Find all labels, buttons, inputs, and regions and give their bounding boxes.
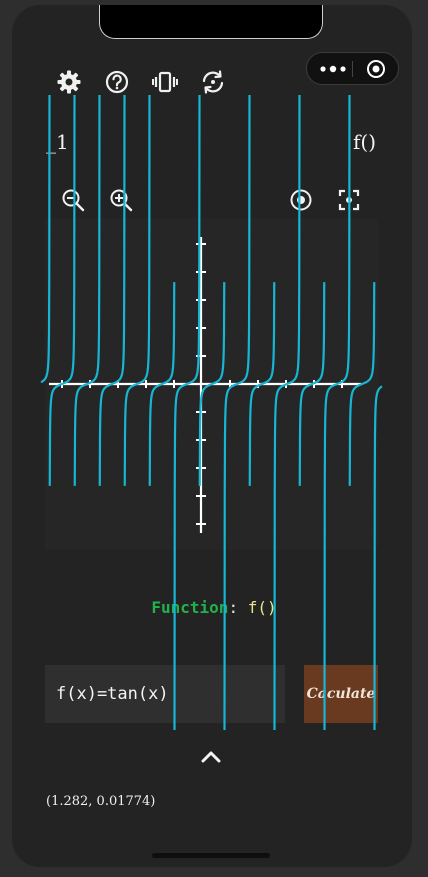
page-title-right: f() [353,130,377,154]
fit-screen-icon[interactable] [336,187,362,213]
page-title-left: _1 [46,130,69,154]
function-value: f() [247,598,277,617]
graph-canvas[interactable] [45,218,378,550]
gear-icon[interactable] [56,69,82,95]
function-input[interactable]: f(x)=tan(x) [45,665,285,723]
refresh-icon[interactable] [200,69,226,95]
vibrate-icon[interactable] [152,69,178,95]
target-icon[interactable] [365,59,387,79]
mini-program-capsule [306,52,399,85]
device-notch [99,5,323,39]
device-frame: _1 f() Function: f() f(x)=tan(x) Caculat… [0,0,428,877]
calculate-button[interactable]: Caculate [304,665,378,723]
center-icon[interactable] [288,187,314,213]
home-indicator [152,853,270,858]
chevron-up-icon[interactable] [198,746,224,768]
function-label: Function [151,598,229,617]
function-separator: : [228,598,239,617]
capsule-divider [352,61,353,77]
function-display: Function: f() [0,598,428,617]
zoom-out-icon[interactable] [60,187,86,213]
more-icon[interactable] [319,59,347,79]
cursor-coordinates: (1.282, 0.01774) [46,794,156,809]
zoom-in-icon[interactable] [108,187,134,213]
help-icon[interactable] [104,69,130,95]
